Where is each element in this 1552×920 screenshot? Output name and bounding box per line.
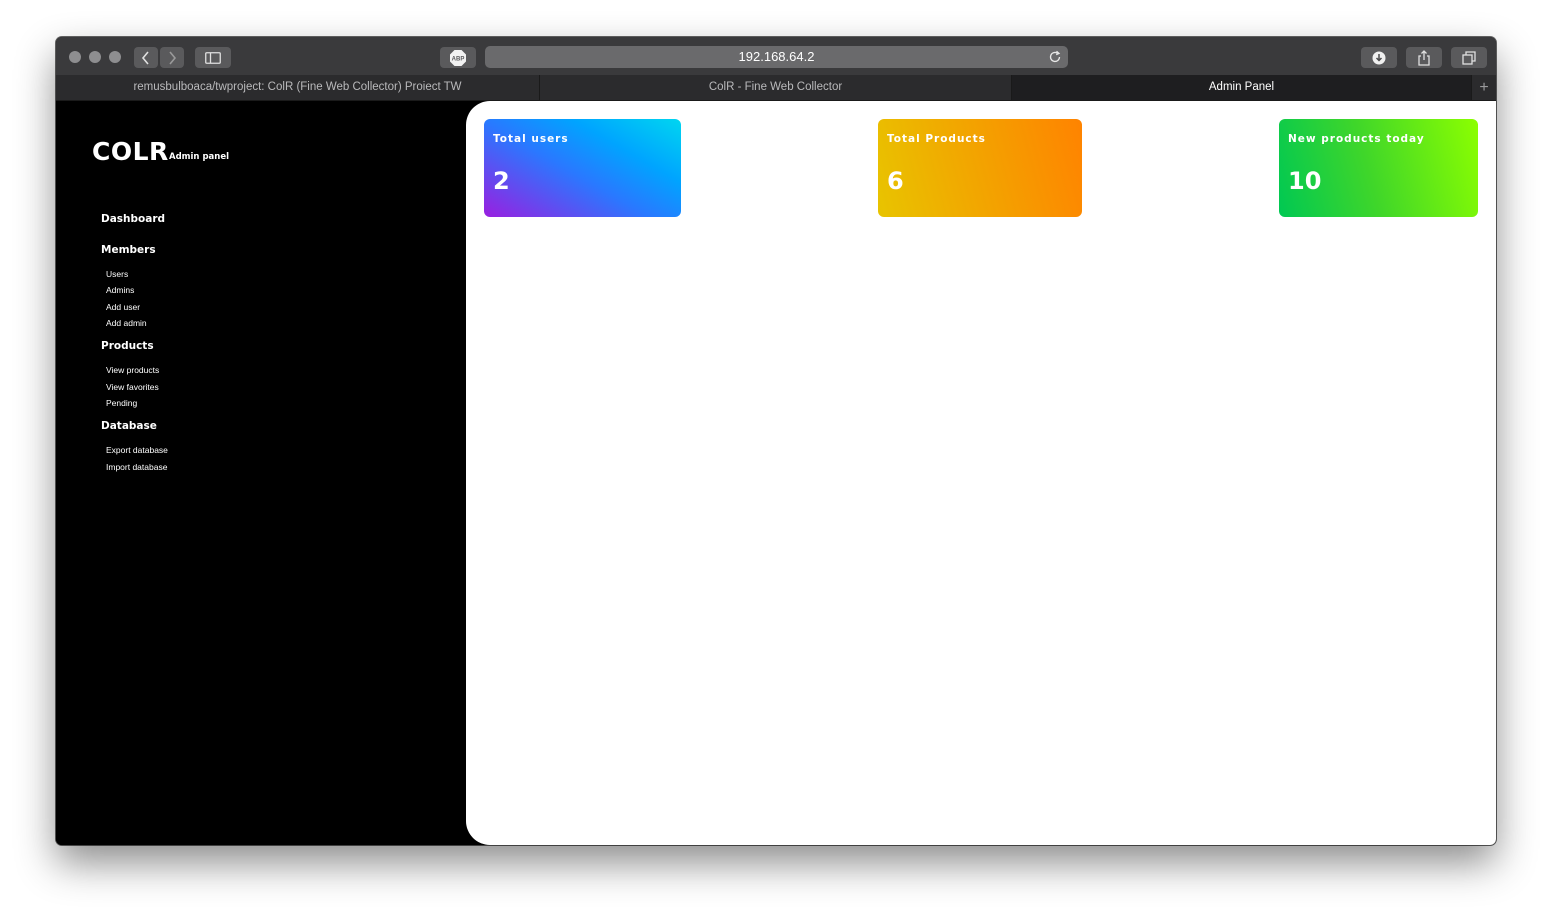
- tabs-overview-icon: [1462, 50, 1476, 65]
- nav-item-admins[interactable]: Admins: [106, 285, 134, 295]
- close-window-button[interactable]: [69, 51, 81, 63]
- tab-bar: remusbulboaca/twproject: ColR (Fine Web …: [56, 75, 1496, 101]
- share-button[interactable]: [1406, 47, 1442, 68]
- logo-subtitle: Admin panel: [169, 152, 229, 162]
- dashboard-main: Total users 2 Total Products 6 New produ…: [466, 101, 1496, 845]
- logo[interactable]: COLR: [92, 137, 169, 166]
- stat-card-title: Total Products: [887, 133, 986, 145]
- stat-card-new-products-today: New products today 10: [1279, 119, 1478, 217]
- nav-dashboard[interactable]: Dashboard: [101, 213, 165, 225]
- svg-text:ABP: ABP: [452, 56, 465, 62]
- address-bar[interactable]: 192.168.64.2: [485, 46, 1068, 68]
- nav-section-products[interactable]: Products: [101, 340, 154, 352]
- nav-item-add-user[interactable]: Add user: [106, 302, 140, 312]
- chevron-left-icon: [141, 50, 149, 65]
- browser-toolbar: ABP 192.168.64.2: [56, 37, 1496, 76]
- browser-window: ABP 192.168.64.2 remusbulboaca/twproject…: [56, 37, 1496, 845]
- downloads-button[interactable]: [1361, 47, 1397, 68]
- stat-card-total-users: Total users 2: [484, 119, 681, 217]
- nav-section-database[interactable]: Database: [101, 420, 157, 432]
- adblock-icon: ABP: [450, 49, 466, 66]
- sidebar-icon: [205, 51, 221, 64]
- share-icon: [1418, 49, 1430, 66]
- stat-card-title: Total users: [493, 133, 569, 145]
- adblock-button[interactable]: ABP: [440, 47, 476, 68]
- admin-sidebar: COLR Admin panel Dashboard Members Users…: [56, 101, 466, 845]
- nav-item-users[interactable]: Users: [106, 269, 128, 279]
- nav-item-view-products[interactable]: View products: [106, 365, 159, 375]
- page-content: COLR Admin panel Dashboard Members Users…: [56, 101, 1496, 845]
- nav-item-pending[interactable]: Pending: [106, 398, 137, 408]
- new-tab-button[interactable]: +: [1471, 75, 1496, 100]
- minimize-window-button[interactable]: [89, 51, 101, 63]
- nav-item-export-database[interactable]: Export database: [106, 445, 168, 455]
- tab-overview-button[interactable]: [1451, 47, 1487, 68]
- tab-admin-panel[interactable]: Admin Panel: [1012, 75, 1472, 100]
- zoom-window-button[interactable]: [109, 51, 121, 63]
- stat-card-value: 10: [1288, 167, 1322, 195]
- stat-card-total-products: Total Products 6: [878, 119, 1082, 217]
- tab-github[interactable]: remusbulboaca/twproject: ColR (Fine Web …: [56, 75, 540, 100]
- nav-section-members[interactable]: Members: [101, 244, 156, 256]
- download-icon: [1372, 51, 1386, 64]
- stat-card-title: New products today: [1288, 133, 1425, 145]
- back-button[interactable]: [134, 47, 158, 68]
- nav-item-add-admin[interactable]: Add admin: [106, 318, 147, 328]
- forward-button[interactable]: [160, 47, 184, 68]
- url-text: 192.168.64.2: [738, 49, 815, 64]
- reload-icon[interactable]: [1048, 50, 1062, 64]
- nav-item-view-favorites[interactable]: View favorites: [106, 382, 159, 392]
- tab-colr[interactable]: ColR - Fine Web Collector: [540, 75, 1012, 100]
- stat-card-value: 2: [493, 167, 510, 195]
- nav-item-import-database[interactable]: Import database: [106, 462, 167, 472]
- sidebar-toggle-button[interactable]: [195, 47, 231, 68]
- stat-card-value: 6: [887, 167, 904, 195]
- chevron-right-icon: [169, 50, 177, 65]
